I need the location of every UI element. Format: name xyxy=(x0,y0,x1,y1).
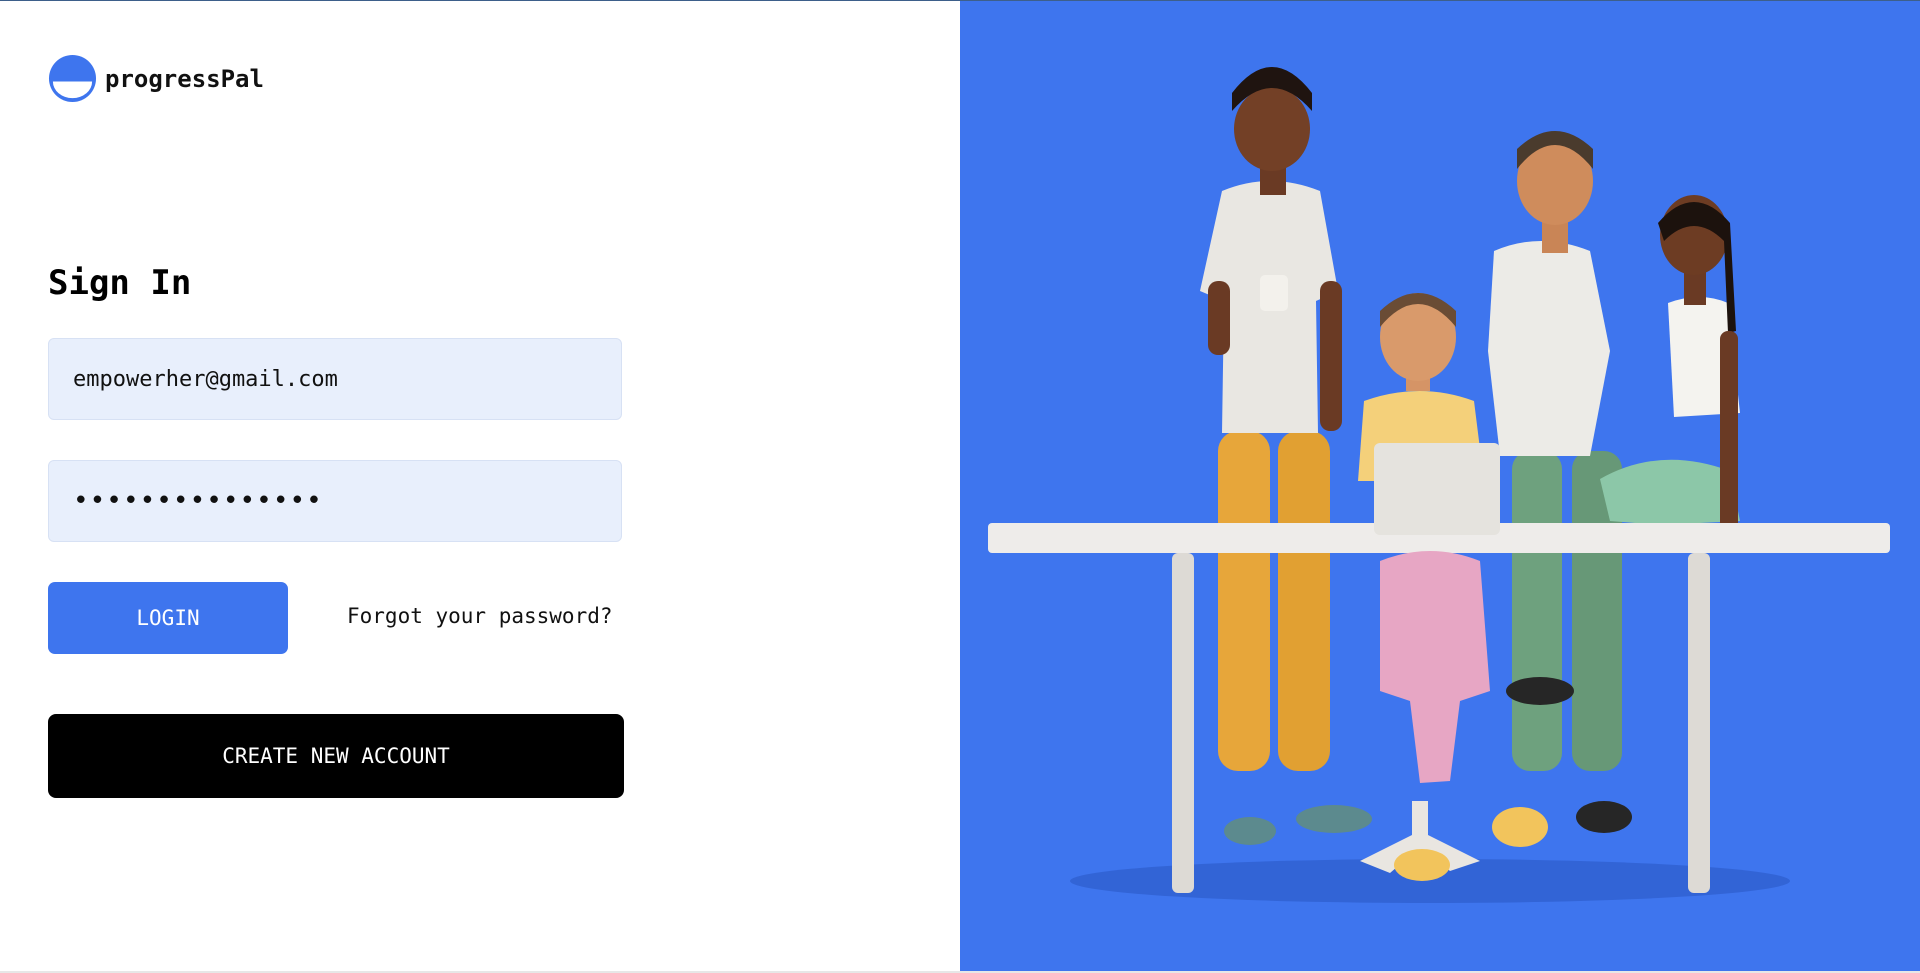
login-button[interactable]: LOGIN xyxy=(48,582,288,654)
hero-panel xyxy=(960,1,1920,971)
person-right-figure xyxy=(1600,195,1740,531)
team-illustration xyxy=(988,67,1890,903)
brand-name: progressPal xyxy=(105,64,264,93)
page-title: Sign In xyxy=(48,263,192,303)
brand: progressPal xyxy=(48,54,264,103)
password-field[interactable] xyxy=(48,460,622,542)
email-field[interactable] xyxy=(48,338,622,420)
forgot-password-link[interactable]: Forgot your password? xyxy=(347,604,613,628)
person-left-figure xyxy=(1200,67,1372,845)
half-circle-logo-icon xyxy=(48,54,97,103)
signin-panel: progressPal Sign In LOGIN Forgot your pa… xyxy=(0,1,960,971)
create-account-button[interactable]: CREATE NEW ACCOUNT xyxy=(48,714,624,798)
